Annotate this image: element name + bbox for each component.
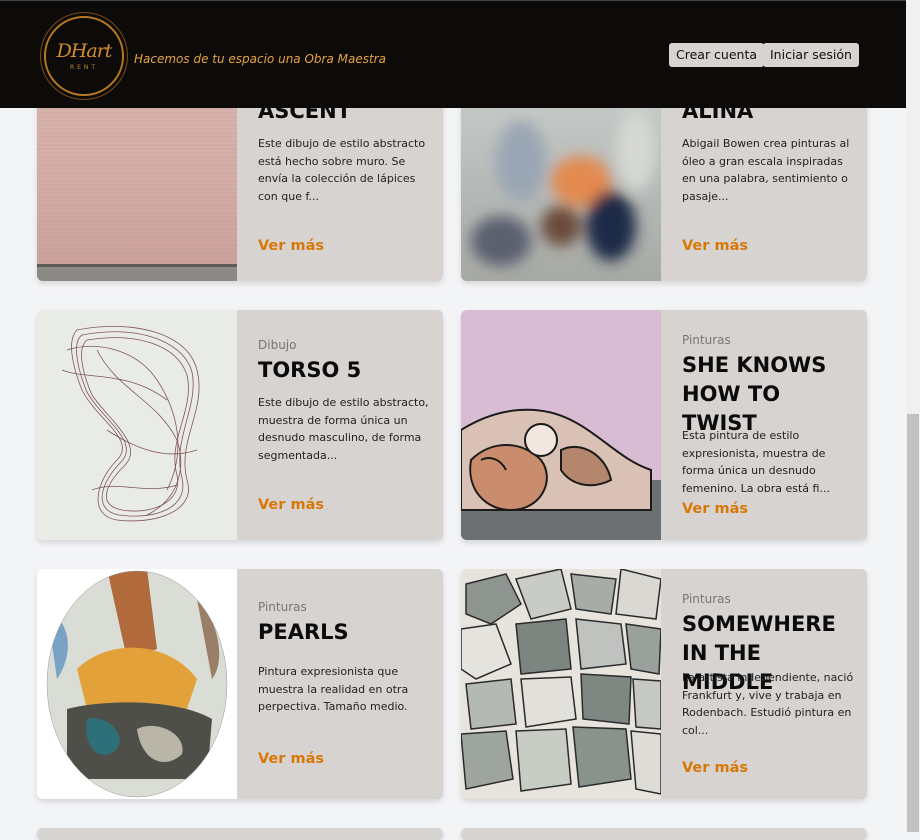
see-more-link[interactable]: Ver más bbox=[682, 760, 748, 776]
see-more-link[interactable]: Ver más bbox=[258, 751, 324, 767]
artwork-description: Abigail Bowen crea pinturas al óleo a gr… bbox=[682, 137, 850, 203]
create-account-button[interactable]: Crear cuenta bbox=[669, 43, 765, 67]
artwork-category: Dibujo bbox=[258, 338, 297, 352]
artwork-title: SHE KNOWS HOW TO TWIST bbox=[682, 353, 827, 435]
artwork-card-somewhere-in-the-middle[interactable]: Pinturas SOMEWHERE IN THE MIDDLE La arti… bbox=[461, 569, 867, 799]
artwork-category: Pinturas bbox=[258, 600, 307, 614]
site-logo[interactable]: DHart RENT bbox=[44, 16, 124, 96]
artwork-image[interactable] bbox=[461, 569, 661, 799]
site-header: DHart RENT Hacemos de tu espacio una Obr… bbox=[0, 0, 906, 108]
artwork-card-torso-5[interactable]: Dibujo TORSO 5 Este dibujo de estilo abs… bbox=[37, 310, 443, 540]
artwork-image[interactable] bbox=[37, 310, 237, 540]
artwork-card-pearls[interactable]: Pinturas PEARLS Pintura expresionista qu… bbox=[37, 569, 443, 799]
artwork-image[interactable] bbox=[461, 310, 661, 540]
artwork-card-next-right[interactable] bbox=[461, 828, 867, 840]
logo-subtext: RENT bbox=[69, 64, 99, 71]
artwork-description: Este dibujo de estilo abstracto, muestra… bbox=[258, 396, 429, 462]
artwork-description: Pintura expresionista que muestra la rea… bbox=[258, 665, 409, 713]
artwork-title: PEARLS bbox=[258, 620, 349, 644]
site-slogan: Hacemos de tu espacio una Obra Maestra bbox=[134, 52, 386, 66]
artwork-category: Pinturas bbox=[682, 333, 731, 347]
artwork-card-she-knows-how-to-twist[interactable]: Pinturas SHE KNOWS HOW TO TWIST Esta pin… bbox=[461, 310, 867, 540]
artwork-title: TORSO 5 bbox=[258, 358, 362, 382]
scrollbar-thumb[interactable] bbox=[907, 414, 919, 832]
logo-text: DHart bbox=[56, 40, 113, 62]
see-more-link[interactable]: Ver más bbox=[258, 497, 324, 513]
see-more-link[interactable]: Ver más bbox=[682, 238, 748, 254]
artwork-category: Pinturas bbox=[682, 592, 731, 606]
see-more-link[interactable]: Ver más bbox=[682, 501, 748, 517]
artwork-description: Esta pintura de estilo expresionista, mu… bbox=[682, 429, 830, 495]
artwork-description: Este dibujo de estilo abstracto está hec… bbox=[258, 137, 426, 203]
artwork-card-next-left[interactable] bbox=[37, 828, 443, 840]
artwork-description: La artista independiente, nació Frankfur… bbox=[682, 671, 854, 737]
artwork-image[interactable] bbox=[37, 569, 237, 799]
login-button[interactable]: Iniciar sesión bbox=[763, 43, 859, 67]
see-more-link[interactable]: Ver más bbox=[258, 238, 324, 254]
